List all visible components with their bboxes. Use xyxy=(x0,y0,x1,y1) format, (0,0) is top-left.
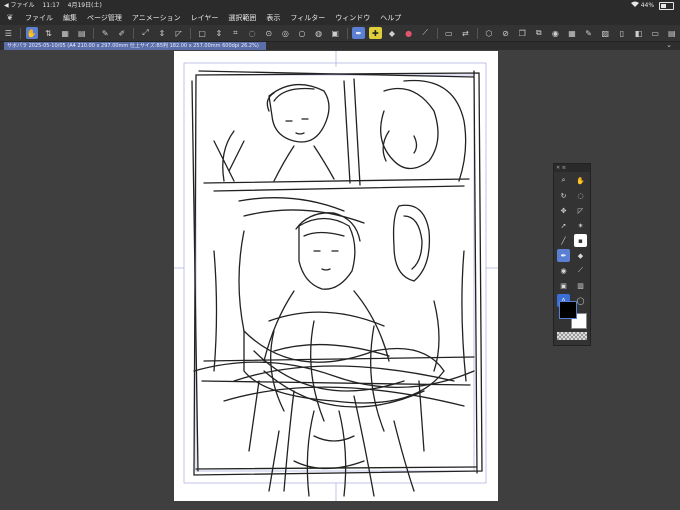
color-swatches xyxy=(557,301,589,329)
main-color-swatch[interactable] xyxy=(559,301,577,319)
mask-icon[interactable]: ⊘ xyxy=(499,27,512,39)
menu-bar: ❦ ファイル 編集 ページ管理 アニメーション レイヤー 選択範囲 表示 フィル… xyxy=(0,11,680,25)
grid-icon[interactable]: ▣ xyxy=(329,27,342,39)
view-icon[interactable]: ▯ xyxy=(616,27,629,39)
toolbar-divider xyxy=(93,27,94,39)
panel-icon[interactable]: ▦ xyxy=(566,27,579,39)
menu-window[interactable]: ウィンドウ xyxy=(330,11,375,25)
select-icon[interactable]: ⊙ xyxy=(262,27,275,39)
rotate-icon[interactable]: ◎ xyxy=(279,27,292,39)
frame-icon[interactable]: ▢ xyxy=(196,27,209,39)
page-guides xyxy=(174,51,498,501)
rotate-icon[interactable]: ↻ xyxy=(557,189,570,202)
wifi-icon xyxy=(630,1,641,9)
layout-icon[interactable]: ▤ xyxy=(665,27,678,39)
status-time: 11:17 xyxy=(42,2,60,9)
eyedropper-icon[interactable]: ⟋ xyxy=(419,27,432,39)
menu-icon[interactable]: ☰ xyxy=(2,27,15,39)
app-logo-icon[interactable]: ❦ xyxy=(0,11,20,25)
toolbar-divider xyxy=(476,27,478,39)
pattern-icon[interactable]: ▣ xyxy=(557,279,570,292)
layer-settings-icon[interactable]: ▭ xyxy=(442,27,455,39)
hand-icon[interactable]: ✋ xyxy=(574,174,587,187)
zoom-icon[interactable]: ⌕ xyxy=(557,174,570,187)
frame-icon[interactable]: ▪ xyxy=(574,234,587,247)
undo-icon[interactable]: ⇅ xyxy=(42,27,55,39)
toolbar-divider xyxy=(19,27,21,39)
chevron-down-icon[interactable]: ⌄ xyxy=(666,41,672,49)
move-icon[interactable]: ✚ xyxy=(369,27,382,39)
menu-file[interactable]: ファイル xyxy=(20,11,58,25)
hand-icon[interactable]: ✋ xyxy=(25,27,39,39)
sketch-drawing xyxy=(174,51,498,501)
shape-icon[interactable]: ◸ xyxy=(574,204,587,217)
lasso-icon[interactable]: ◌ xyxy=(246,27,259,39)
menu-help[interactable]: ヘルプ xyxy=(375,11,406,25)
merge-icon[interactable]: ⧉ xyxy=(532,27,545,39)
eyedropper-icon[interactable]: ⟋ xyxy=(574,264,587,277)
drawing-canvas[interactable] xyxy=(174,51,498,501)
battery-percent: 44% xyxy=(640,2,655,9)
command-toolbar: ☰ ✋ ⇅ ▦ ▤ ✎ ✐ ⤢ ⇕ ◸ ▢ ⇕ ⌗ ◌ ⊙ ◎ ○ ◍ ▣ ✒ … xyxy=(0,25,680,42)
menu-edit[interactable]: 編集 xyxy=(58,11,82,25)
cube-icon[interactable]: ⬡ xyxy=(483,27,496,39)
brush-icon[interactable]: ◉ xyxy=(557,264,570,277)
brush-icon[interactable]: ✎ xyxy=(99,27,112,39)
sub-tool-icon[interactable]: ▦ xyxy=(59,27,72,39)
pen-icon[interactable]: ✒ xyxy=(557,249,570,262)
eraser-icon[interactable]: ◆ xyxy=(386,27,399,39)
gradient-icon[interactable]: ▥ xyxy=(574,279,587,292)
toolbar-divider xyxy=(189,27,191,39)
toolbar-divider xyxy=(346,27,348,39)
eraser-icon[interactable]: ◆ xyxy=(574,249,587,262)
toolbar-divider xyxy=(436,27,438,39)
palette-header[interactable]: ✕ ≡ xyxy=(554,164,590,172)
fit-icon[interactable]: ◧ xyxy=(632,27,645,39)
menu-page[interactable]: ページ管理 xyxy=(82,11,127,25)
layer-icon[interactable]: ▤ xyxy=(75,27,88,39)
pen-settings-icon[interactable]: ✎ xyxy=(582,27,595,39)
lasso-icon[interactable]: ◌ xyxy=(574,189,587,202)
document-tab[interactable]: サボパラ 2025-05-10/05 (A4 210.00 x 297.00mm… xyxy=(4,42,266,50)
wand-icon[interactable]: ✶ xyxy=(574,219,587,232)
transparent-color-swatch[interactable] xyxy=(557,332,587,340)
line-icon[interactable]: ╱ xyxy=(557,234,570,247)
chevron-icon[interactable]: ⇕ xyxy=(156,27,169,39)
tool-palette: ✕ ≡ ⌕ ✋ ↻ ◌ ✥ ◸ ➚ ✶ ╱ ▪ ✒ ◆ ◉ ⟋ ▣ ▥ A ◯ xyxy=(553,163,591,346)
menu-layer[interactable]: レイヤー xyxy=(186,11,224,25)
document-tab-bar: サボパラ 2025-05-10/05 (A4 210.00 x 297.00mm… xyxy=(0,41,680,50)
fill-icon[interactable]: ● xyxy=(402,27,415,39)
menu-filter[interactable]: フィルター xyxy=(285,11,330,25)
reference-icon[interactable]: ⇄ xyxy=(459,27,472,39)
tool-grid: ⌕ ✋ ↻ ◌ ✥ ◸ ➚ ✶ ╱ ▪ ✒ ◆ ◉ ⟋ ▣ ▥ A ◯ xyxy=(557,174,589,307)
pointer-icon[interactable]: ➚ xyxy=(557,219,570,232)
status-bar: ◀ ファイル 11:17 4月19日(土) 44% xyxy=(0,0,680,11)
copy-icon[interactable]: ❐ xyxy=(516,27,529,39)
monitor-icon[interactable]: ▭ xyxy=(649,27,662,39)
target-icon[interactable]: ◉ xyxy=(549,27,562,39)
status-date: 4月19日(土) xyxy=(67,2,102,9)
zoom-icon[interactable]: ▨ xyxy=(599,27,612,39)
circle-icon[interactable]: ○ xyxy=(296,27,309,39)
crop-icon[interactable]: ⌗ xyxy=(229,27,242,39)
menu-selection[interactable]: 選択範囲 xyxy=(223,11,261,25)
blend-icon[interactable]: ◍ xyxy=(312,27,325,39)
pencil-icon[interactable]: ✐ xyxy=(116,27,129,39)
menu-view[interactable]: 表示 xyxy=(261,11,285,25)
battery-icon xyxy=(659,1,674,10)
menu-animation[interactable]: アニメーション xyxy=(127,11,186,25)
move-icon[interactable]: ✥ xyxy=(557,204,570,217)
ruler-icon[interactable]: ◸ xyxy=(172,27,185,39)
pen-tool-icon[interactable]: ✒ xyxy=(352,27,366,39)
back-to-app-link[interactable]: ◀ ファイル xyxy=(4,2,35,9)
toolbar-divider xyxy=(133,27,135,39)
transform-icon[interactable]: ⤢ xyxy=(139,27,152,39)
flip-icon[interactable]: ⇕ xyxy=(213,27,226,39)
